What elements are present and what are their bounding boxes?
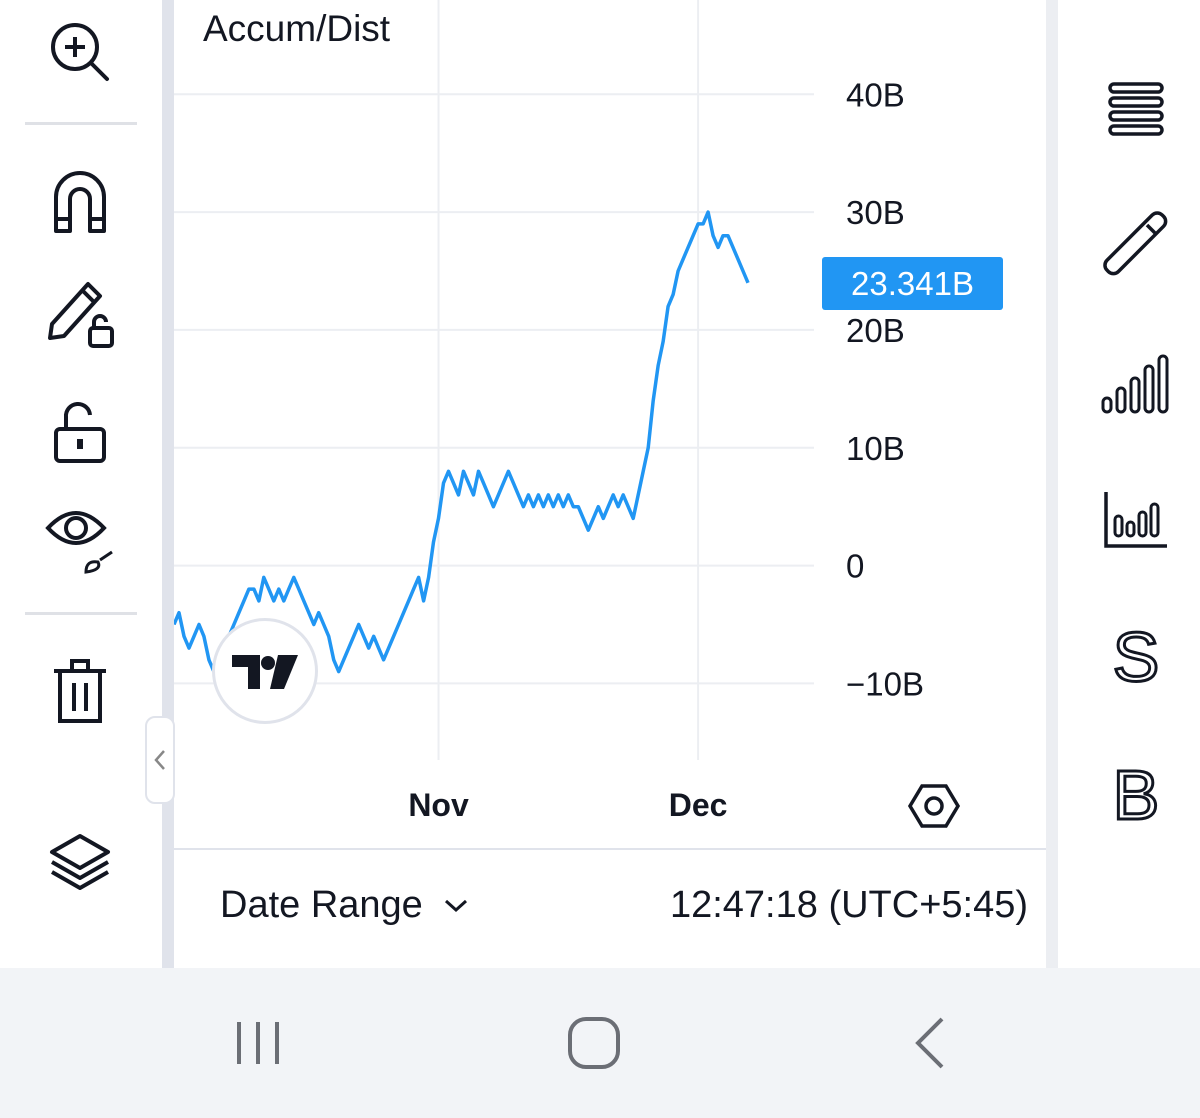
ruler-pen-icon[interactable] (1096, 204, 1176, 284)
toolbar-divider (25, 122, 137, 125)
s-label: S (1113, 623, 1160, 693)
tradingview-logo (212, 618, 318, 724)
y-tick-label: 0 (846, 548, 864, 585)
trash-icon[interactable] (40, 652, 120, 732)
system-navbar (0, 968, 1200, 1118)
magnet-icon[interactable] (40, 160, 120, 240)
right-separator (1046, 0, 1058, 968)
date-range-selector[interactable]: Date Range (220, 884, 469, 927)
y-tick-label: −10B (846, 665, 924, 702)
layers-icon[interactable] (40, 822, 120, 902)
eye-brush-icon[interactable] (40, 498, 120, 578)
recent-apps-icon[interactable] (208, 968, 308, 1118)
y-tick-label: 30B (846, 194, 905, 231)
clock[interactable]: 12:47:18 (UTC+5:45) (670, 884, 1028, 927)
last-value-tag: 23.341B (822, 257, 1003, 310)
collapse-toolbar-button[interactable] (145, 716, 175, 804)
unlock-icon[interactable] (40, 392, 120, 472)
y-tick-label: 10B (846, 430, 905, 467)
b-label-button[interactable]: B (1096, 754, 1176, 834)
pencil-lock-icon[interactable] (40, 272, 120, 352)
settings-hex-icon[interactable] (907, 784, 961, 828)
bar-chart-icon[interactable] (1096, 480, 1176, 560)
y-tick-label: 20B (846, 312, 905, 349)
date-range-label: Date Range (220, 884, 423, 926)
x-tick-label: Nov (408, 787, 469, 823)
left-separator (162, 0, 174, 968)
x-tick-label: Dec (669, 787, 728, 823)
left-toolbar (0, 0, 162, 968)
b-label: B (1113, 759, 1160, 829)
accum-dist-line (174, 210, 750, 674)
menu-lines-icon[interactable] (1096, 68, 1176, 148)
chart-canvas: 40B 30B 20B 10B 0 −10B Nov Dec (174, 0, 961, 828)
home-icon[interactable] (544, 968, 644, 1118)
back-icon[interactable] (880, 968, 980, 1118)
s-label-button[interactable]: S (1096, 618, 1176, 698)
zoom-in-icon[interactable] (40, 12, 120, 92)
right-toolbar: S B (1058, 0, 1200, 968)
y-tick-label: 40B (846, 76, 905, 113)
toolbar-divider (25, 612, 137, 615)
chart-area[interactable]: 40B 30B 20B 10B 0 −10B Nov Dec Accum/Dist 23.3… (174, 0, 1046, 848)
indicator-title: Accum/Dist (203, 8, 391, 49)
chevron-down-icon (444, 899, 467, 912)
bottom-bar: Date Range 12:47:18 (UTC+5:45) (174, 848, 1046, 970)
signal-bars-icon[interactable] (1096, 344, 1176, 424)
